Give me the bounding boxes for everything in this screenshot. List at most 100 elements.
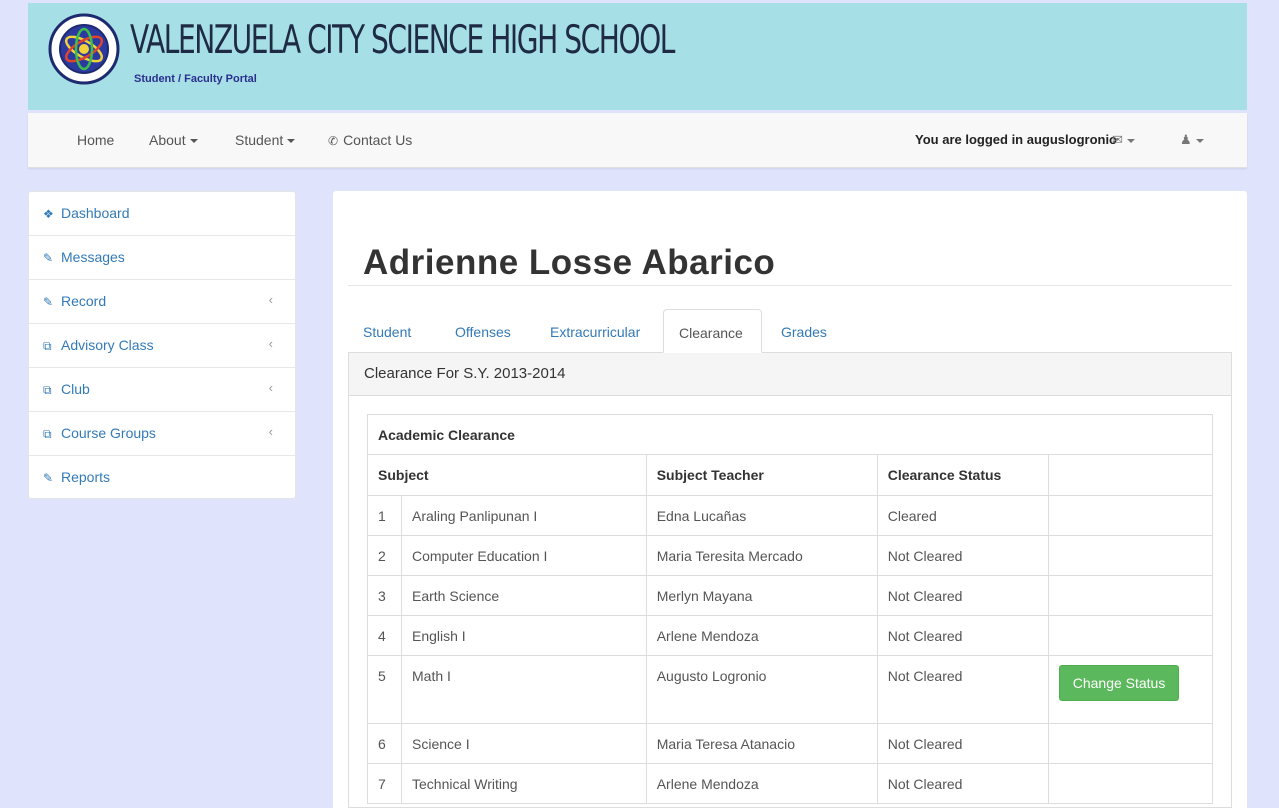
nav-student-label: Student <box>235 132 284 148</box>
sidebar-item-messages[interactable]: ✎ Messages <box>29 236 295 280</box>
sidebar-menu: ❖ Dashboard ✎ Messages ✎ Record ‹ ⧉ Advisory… <box>28 191 296 499</box>
row-number: 2 <box>367 535 402 576</box>
chevron-left-icon: ‹ <box>268 424 273 439</box>
status-cell: Not Cleared <box>876 575 1049 616</box>
status-cell: Not Cleared <box>876 615 1049 656</box>
sidebar-item-advisory-class[interactable]: ⧉ Advisory Class ‹ <box>29 324 295 368</box>
chevron-left-icon: ‹ <box>268 336 273 351</box>
student-name-heading: Adrienne Losse Abarico <box>363 243 776 282</box>
school-name: VALENZUELA CITY SCIENCE HIGH SCHOOL <box>130 18 675 63</box>
chevron-left-icon: ‹ <box>268 292 273 307</box>
teacher-cell: Arlene Mendoza <box>645 763 878 804</box>
row-number: 4 <box>367 615 402 656</box>
edit-icon: ✎ <box>43 471 54 485</box>
site-banner: VALENZUELA CITY SCIENCE HIGH SCHOOL Stud… <box>28 3 1247 110</box>
subject-cell: Computer Education I <box>401 535 647 576</box>
main-content: Adrienne Losse Abarico Student Offenses … <box>333 191 1247 808</box>
nav-contact-us[interactable]: ✆ Contact Us <box>328 132 412 148</box>
table-row: 2 Computer Education I Maria Teresita Me… <box>367 535 1214 576</box>
chevron-down-icon <box>1126 138 1135 143</box>
sidebar-item-label: Course Groups <box>61 425 156 441</box>
table-caption: Academic Clearance <box>367 414 1213 455</box>
subject-cell: Math I <box>401 655 647 724</box>
column-header-teacher: Subject Teacher <box>645 454 878 496</box>
nav-about-label: About <box>149 132 186 148</box>
academic-clearance-table: Academic Clearance Subject Subject Teach… <box>367 414 1214 804</box>
change-status-button[interactable]: Change Status <box>1058 665 1180 701</box>
table-row: 7 Technical Writing Arlene Mendoza Not C… <box>367 763 1214 804</box>
nav-home[interactable]: Home <box>77 132 114 148</box>
clearance-panel: Clearance For S.Y. 2013-2014 Academic Cl… <box>348 353 1232 808</box>
sidebar-item-label: Dashboard <box>61 205 130 221</box>
status-cell: Cleared <box>876 495 1049 536</box>
table-row: 1 Araling Panlipunan I Edna Lucañas Clea… <box>367 495 1214 536</box>
edit-icon: ✎ <box>43 295 54 309</box>
heading-divider <box>348 285 1232 286</box>
messages-dropdown[interactable]: ✉ <box>1112 132 1135 148</box>
table-row: 4 English I Arlene Mendoza Not Cleared <box>367 615 1214 656</box>
teacher-cell: Merlyn Mayana <box>645 575 878 616</box>
nav-contact-label: Contact Us <box>343 132 413 148</box>
sidebar-item-record[interactable]: ✎ Record ‹ <box>29 280 295 324</box>
column-header-action <box>1047 454 1214 496</box>
tab-extracurricular[interactable]: Extracurricular <box>535 309 655 353</box>
action-cell <box>1047 763 1214 804</box>
subject-cell: Technical Writing <box>401 763 647 804</box>
chevron-down-icon <box>189 139 198 144</box>
row-number: 5 <box>367 655 402 724</box>
tab-offenses[interactable]: Offenses <box>440 309 526 353</box>
row-number: 3 <box>367 575 402 616</box>
chevron-down-icon <box>287 139 296 144</box>
copy-icon: ⧉ <box>43 339 52 353</box>
sidebar-item-course-groups[interactable]: ⧉ Course Groups ‹ <box>29 412 295 456</box>
envelope-icon: ✉ <box>1112 132 1123 147</box>
status-cell: Not Cleared <box>876 535 1049 576</box>
top-navbar: Home About Student ✆ Contact Us You are l… <box>28 113 1247 168</box>
tab-student[interactable]: Student <box>348 309 426 353</box>
sidebar-item-label: Reports <box>61 469 111 485</box>
table-caption-row: Academic Clearance <box>367 414 1213 455</box>
table-row: 6 Science I Maria Teresa Atanacio Not Cl… <box>367 723 1214 764</box>
subject-cell: English I <box>401 615 647 656</box>
row-number: 6 <box>367 723 402 764</box>
copy-icon: ⧉ <box>43 383 52 397</box>
clearance-panel-title: Clearance For S.Y. 2013-2014 <box>349 353 1231 396</box>
profile-tabs: Student Offenses Extracurricular Clearan… <box>348 309 1232 353</box>
user-menu-dropdown[interactable]: ♟ <box>1180 132 1204 148</box>
action-cell <box>1047 535 1214 576</box>
teacher-cell: Augusto Logronio <box>645 655 878 724</box>
sidebar-item-label: Advisory Class <box>61 337 154 353</box>
row-number: 7 <box>367 763 402 804</box>
nav-about-dropdown[interactable]: About <box>149 132 198 148</box>
action-cell <box>1047 615 1214 656</box>
sidebar-item-label: Messages <box>61 249 125 265</box>
teacher-cell: Edna Lucañas <box>645 495 878 536</box>
status-cell: Not Cleared <box>876 723 1049 764</box>
chevron-left-icon: ‹ <box>268 380 273 395</box>
tab-grades[interactable]: Grades <box>766 309 842 353</box>
column-header-subject: Subject <box>367 454 647 496</box>
school-seal-logo[interactable] <box>48 13 120 85</box>
sidebar-item-club[interactable]: ⧉ Club ‹ <box>29 368 295 412</box>
action-cell <box>1047 495 1214 536</box>
column-header-status: Clearance Status <box>876 454 1049 496</box>
phone-icon: ✆ <box>328 134 339 148</box>
nav-student-dropdown[interactable]: Student <box>235 132 296 148</box>
status-cell: Not Cleared <box>876 763 1049 804</box>
dashboard-icon: ❖ <box>43 207 54 221</box>
user-icon: ♟ <box>1180 132 1192 147</box>
sidebar-item-label: Club <box>61 381 90 397</box>
status-cell: Not Cleared <box>876 655 1049 724</box>
sidebar-item-dashboard[interactable]: ❖ Dashboard <box>29 192 295 236</box>
sidebar-item-reports[interactable]: ✎ Reports <box>29 456 295 500</box>
action-cell <box>1047 723 1214 764</box>
nav-home-label: Home <box>77 132 115 148</box>
action-cell: Change Status <box>1047 655 1214 724</box>
logged-in-status: You are logged in auguslogronio <box>915 132 1117 147</box>
row-number: 1 <box>367 495 402 536</box>
table-row: 3 Earth Science Merlyn Mayana Not Cleare… <box>367 575 1214 616</box>
tab-clearance[interactable]: Clearance <box>663 309 762 353</box>
subject-cell: Science I <box>401 723 647 764</box>
table-header-row: Subject Subject Teacher Clearance Status <box>367 454 1214 496</box>
action-cell <box>1047 575 1214 616</box>
